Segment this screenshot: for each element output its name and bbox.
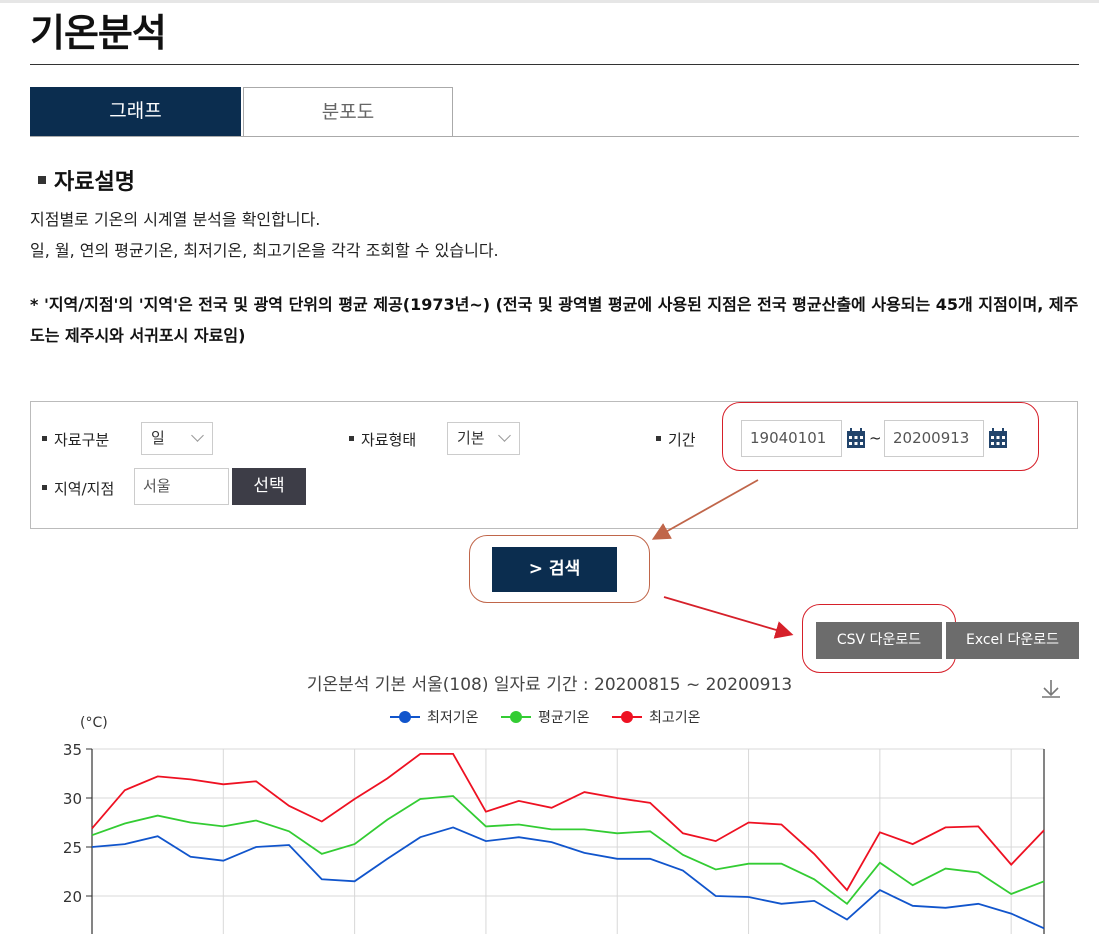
series-line-3 bbox=[91, 753, 1045, 892]
y-axis-unit: (°C) bbox=[80, 715, 108, 731]
legend-label: 최저기온 bbox=[427, 710, 479, 726]
legend-marker bbox=[399, 711, 411, 723]
y-tick-label: 20 bbox=[63, 888, 82, 906]
legend-marker bbox=[510, 711, 522, 723]
legend-marker bbox=[621, 711, 633, 723]
y-tick-label: 30 bbox=[63, 790, 82, 808]
legend-item-2: 평균기온 bbox=[501, 710, 590, 726]
temperature-line-chart: 35 30 25 20 (°C) 최저기온 평균기온 최고기온 bbox=[63, 710, 1045, 934]
series-line-2 bbox=[91, 795, 1045, 906]
legend-item-1: 최저기온 bbox=[390, 710, 479, 726]
legend-label: 최고기온 bbox=[649, 710, 701, 726]
y-tick-label: 35 bbox=[63, 741, 82, 759]
y-tick-label: 25 bbox=[63, 839, 82, 857]
legend-label: 평균기온 bbox=[538, 710, 590, 726]
legend-item-3: 최고기온 bbox=[612, 710, 701, 726]
